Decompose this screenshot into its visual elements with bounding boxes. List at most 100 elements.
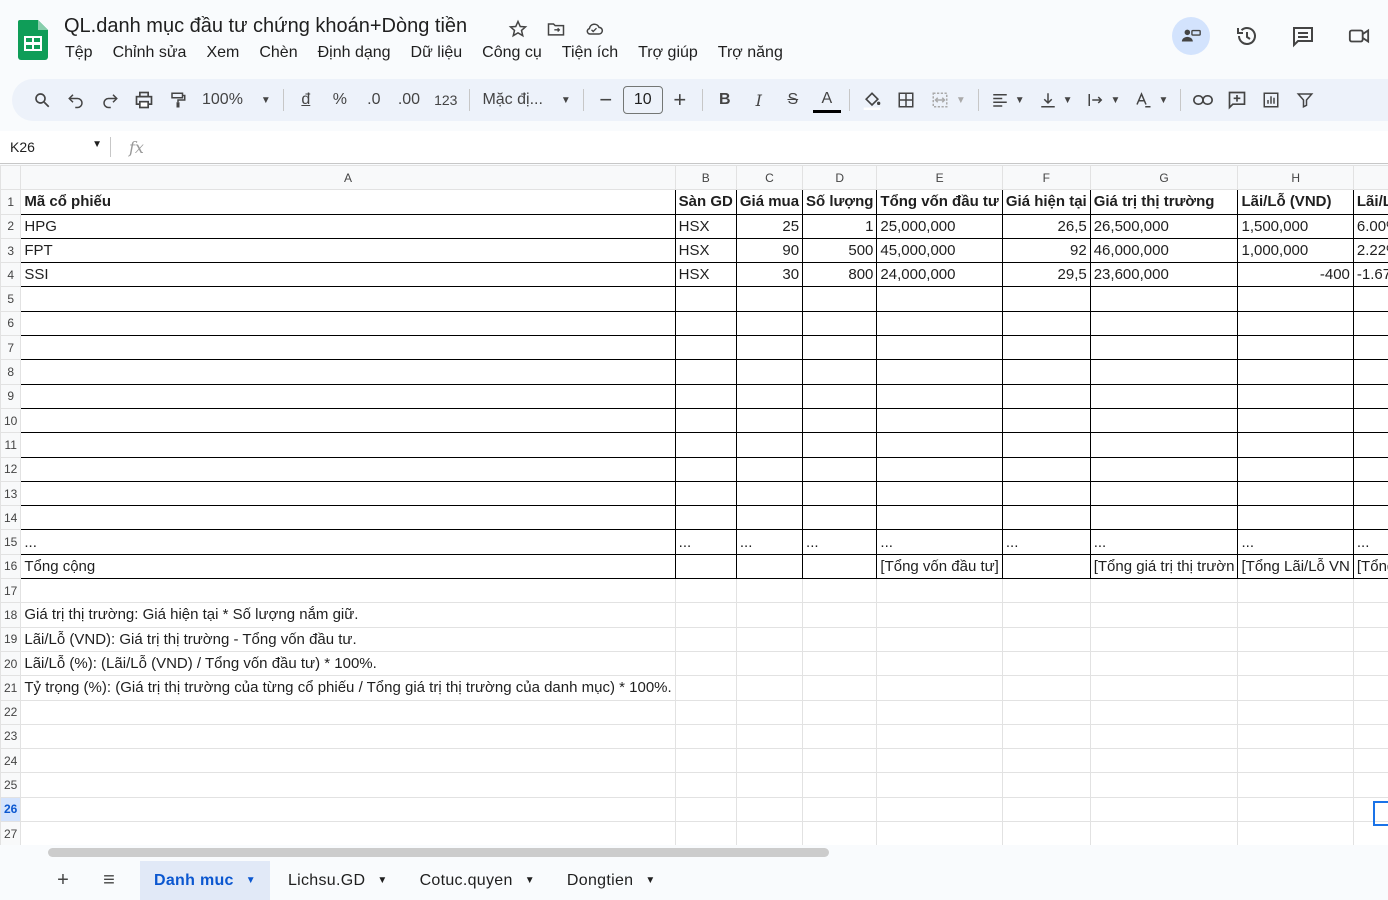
cell[interactable] [802,675,878,701]
cell[interactable]: 25,000,000 [876,213,1003,239]
more-formats-button[interactable]: 123 [430,84,461,116]
cell[interactable]: HSX [674,262,737,288]
column-header-a[interactable]: A [20,165,676,191]
cell[interactable] [1237,407,1354,434]
row-header[interactable]: 13 [0,480,22,507]
cell[interactable] [1237,359,1354,385]
cell[interactable] [20,505,676,531]
cell[interactable]: Số lượng [802,189,878,215]
cell[interactable] [876,383,1003,409]
cell[interactable] [1237,723,1354,750]
cell[interactable] [876,772,1003,798]
cell[interactable] [1352,310,1388,337]
cell[interactable] [802,772,878,798]
cell[interactable] [1001,480,1091,507]
cell[interactable] [735,723,804,750]
cell[interactable] [1001,821,1091,845]
cell[interactable] [674,335,737,361]
accessibility-mode-icon[interactable] [1172,17,1210,55]
cell[interactable] [876,723,1003,750]
cell[interactable]: -400 [1237,262,1354,288]
cell[interactable] [735,432,804,458]
cell[interactable] [735,772,804,798]
cell[interactable] [1001,286,1091,312]
cell[interactable] [876,796,1003,823]
text-wrap-icon[interactable]: ▼ [1083,84,1125,116]
cell[interactable] [876,335,1003,361]
cell[interactable] [876,456,1003,482]
sheet-tab[interactable]: Dongtien ▼ [553,861,670,900]
cell[interactable] [876,310,1003,337]
cell[interactable]: ... [1237,529,1354,555]
cell[interactable] [20,480,676,507]
row-header[interactable]: 27 [0,821,22,845]
cell[interactable] [674,456,737,482]
row-header[interactable]: 2 [0,213,22,239]
cell[interactable] [736,650,804,677]
menu-accessibility[interactable]: Trợ năng [708,44,793,62]
cell[interactable] [802,578,878,604]
cell[interactable]: HSX [674,237,737,264]
cell[interactable]: 1,500,000 [1237,213,1354,239]
cell[interactable] [876,650,1003,677]
cell[interactable] [735,286,804,312]
font-select[interactable]: Mặc đị... ▼ [478,84,574,116]
cell[interactable]: Giá mua [735,189,804,215]
cell[interactable] [876,407,1003,434]
cell[interactable]: ... [1089,529,1239,555]
cell[interactable]: HSX [674,213,737,239]
cell[interactable] [674,772,737,798]
row-header[interactable]: 14 [0,505,22,531]
cell[interactable] [1089,699,1239,725]
row-header[interactable]: 18 [0,602,22,628]
cell[interactable] [1237,432,1354,458]
cell[interactable] [1352,772,1388,798]
row-header[interactable]: 24 [0,748,22,774]
cell[interactable] [20,456,676,482]
cell[interactable] [20,723,676,750]
sheet-tab[interactable]: Danh muc ▼ [140,861,270,900]
cell[interactable] [1090,650,1239,677]
cell[interactable] [876,359,1003,385]
cell[interactable] [1002,650,1091,677]
cell[interactable] [735,578,804,604]
cell[interactable] [674,383,737,409]
cell[interactable] [675,626,737,652]
cell[interactable] [802,553,878,580]
cell[interactable] [1352,699,1388,725]
cell[interactable] [1002,675,1091,701]
cell[interactable]: 2.22% [1352,237,1388,264]
cell[interactable] [1001,748,1091,774]
row-header[interactable]: 5 [0,286,22,312]
cell[interactable] [1089,359,1239,385]
cell[interactable] [1353,675,1388,701]
cell[interactable] [1237,383,1354,409]
cell[interactable]: ... [674,529,737,555]
cell[interactable] [20,821,676,845]
font-size-input[interactable]: 10 [622,86,663,114]
cell[interactable] [876,432,1003,458]
menu-insert[interactable]: Chèn [249,44,307,62]
zoom-select[interactable]: 100% ▼ [198,84,275,116]
cell[interactable] [1352,723,1388,750]
all-sheets-icon[interactable]: ≡ [86,869,132,892]
cell[interactable]: Sàn GD [674,189,737,215]
cell[interactable]: 24,000,000 [876,262,1003,288]
cell[interactable] [1089,286,1239,312]
cell[interactable] [802,310,878,337]
row-header[interactable]: 16 [0,553,22,580]
cell[interactable] [1237,626,1354,652]
cell[interactable] [674,505,737,531]
chevron-down-icon[interactable]: ▼ [377,875,387,886]
cell[interactable] [1352,432,1388,458]
row-header[interactable]: 8 [0,359,22,385]
cell[interactable] [1089,505,1239,531]
decrease-decimal-button[interactable]: .0 [360,84,388,116]
cell[interactable] [20,335,676,361]
cell[interactable]: ... [20,529,676,555]
cell[interactable] [802,335,878,361]
cell[interactable] [674,796,737,823]
cell[interactable] [1089,723,1239,750]
cell[interactable] [1352,407,1388,434]
text-color-button[interactable]: A [812,87,841,113]
